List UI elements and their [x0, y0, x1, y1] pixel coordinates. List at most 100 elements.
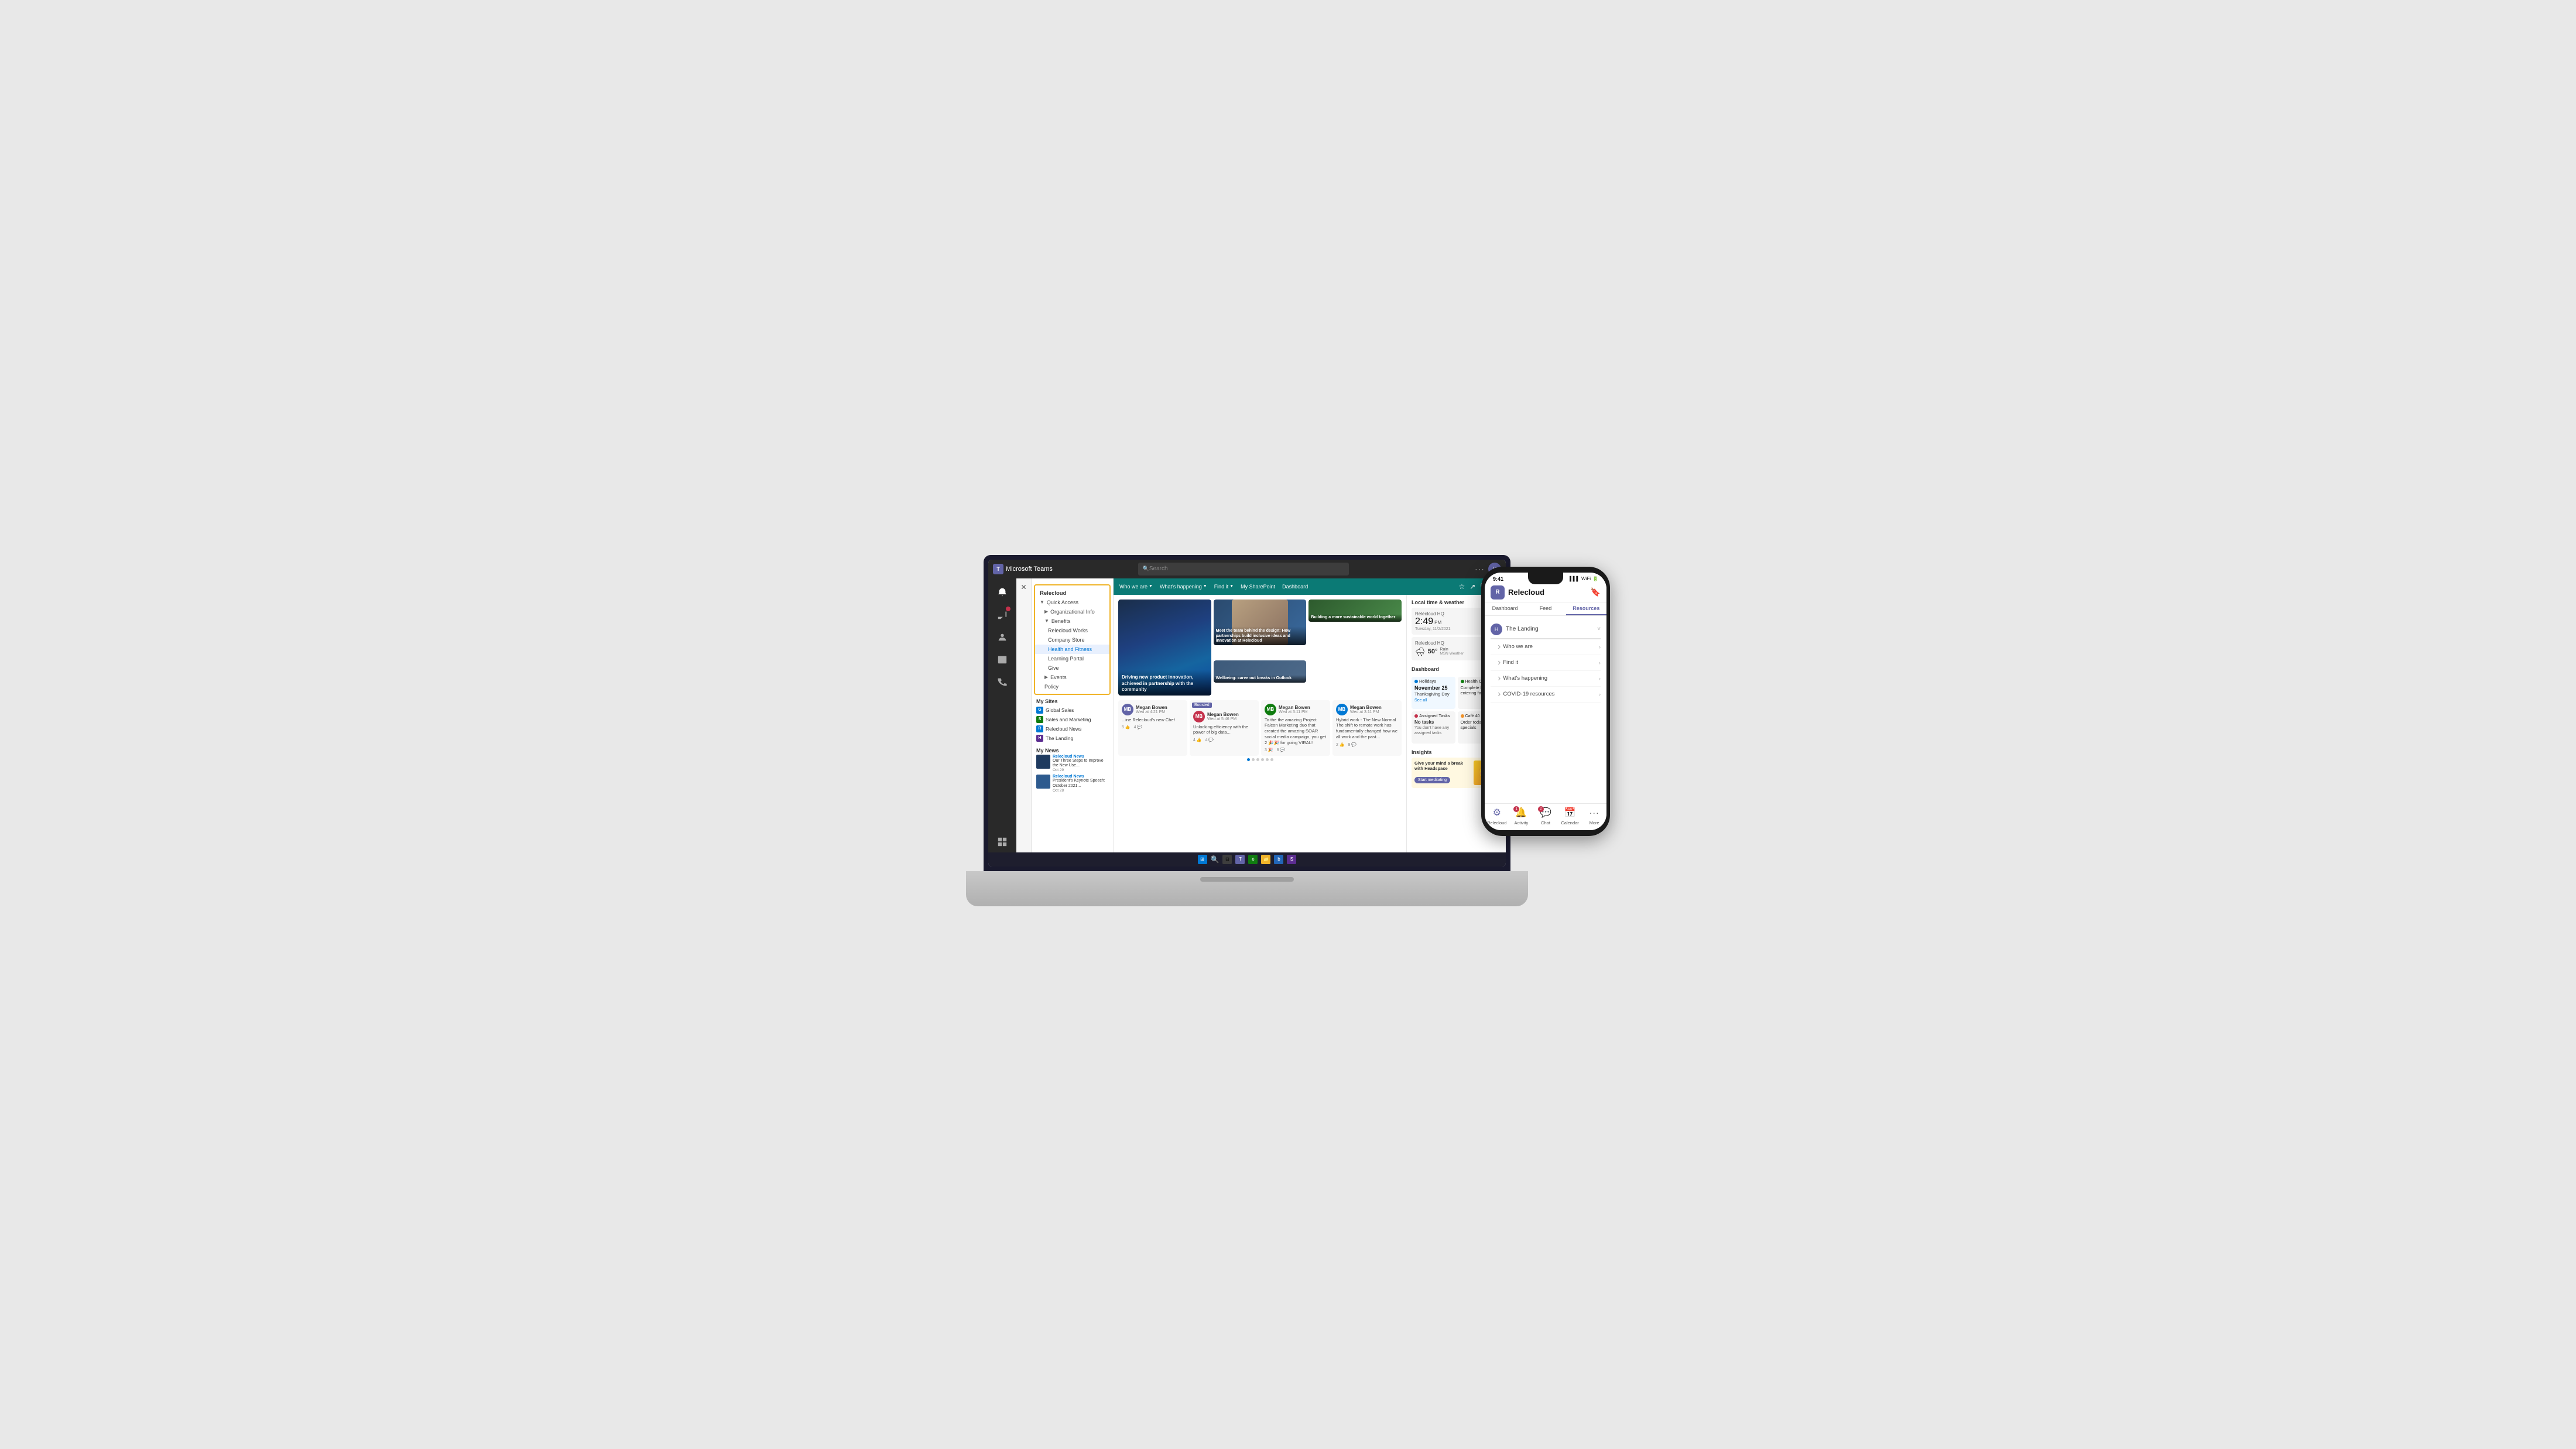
sidebar-health-fitness[interactable]: Health and Fitness	[1035, 645, 1109, 654]
phone-status-icons: ▌▌▌ WiFi 🔋	[1570, 576, 1598, 581]
nav-who-we-are[interactable]: Who we are ▼	[1119, 584, 1153, 590]
taskbar-sp-icon[interactable]: S	[1287, 855, 1296, 864]
taskbar-folder-icon[interactable]: 📁	[1261, 855, 1270, 864]
more-bottom-label: More	[1590, 820, 1599, 825]
windows-start-button[interactable]: ⊞	[1198, 855, 1207, 864]
dot-4[interactable]	[1261, 758, 1264, 761]
site-global-sales[interactable]: G Global Sales	[1036, 705, 1108, 715]
taskbar-teams-icon[interactable]: T	[1235, 855, 1245, 864]
chevron-icon: ›	[1599, 644, 1601, 650]
nav-dashboard[interactable]: Dashboard	[1282, 584, 1308, 590]
taskbar-edge-icon[interactable]: e	[1248, 855, 1258, 864]
nav-find-it[interactable]: Find it ▼	[1214, 584, 1234, 590]
phone-app-icon: R	[1491, 585, 1505, 600]
phone-app-header: R Relecloud 🔖	[1485, 583, 1606, 602]
tab-feed-label: Feed	[1540, 605, 1552, 611]
share-icon[interactable]: ↗	[1469, 583, 1475, 591]
tab-resources[interactable]: Resources	[1566, 602, 1606, 615]
global-sales-icon: G	[1036, 707, 1043, 714]
close-panel: ✕	[1016, 578, 1032, 852]
main-card-headline: Driving new product innovation, achieved…	[1122, 674, 1208, 693]
search-input[interactable]: 🔍 Search	[1138, 563, 1349, 576]
sidebar-benefits[interactable]: ▼ Benefits	[1035, 616, 1109, 626]
chat-badge: 2	[1538, 806, 1544, 812]
teams-search-bar[interactable]: 🔍 Search	[1138, 563, 1349, 576]
star-icon[interactable]: ☆	[1458, 583, 1465, 591]
phone-nav-more[interactable]: ··· More	[1582, 806, 1606, 825]
dash-card-holidays[interactable]: Holidays November 25 Thanksgiving Day Se…	[1412, 677, 1455, 709]
dash-card-tasks[interactable]: Assigned Tasks No tasks You don't have a…	[1412, 711, 1455, 744]
news-card-sustainable[interactable]: Building a more sustainable world togeth…	[1308, 600, 1402, 658]
rail-activity[interactable]	[992, 582, 1013, 603]
phone-sub-whats-happening[interactable]: › What's happening ›	[1491, 671, 1601, 687]
activity-card-1[interactable]: MB Megan Bowen Wed at 4:21 PM ...ine Rel…	[1118, 700, 1187, 756]
sidebar-quick-access[interactable]: ▼ Quick Access	[1035, 598, 1109, 607]
reactions-3: 3 🎉8 💬	[1265, 748, 1327, 752]
org-info-label: Organizational Info	[1050, 609, 1095, 615]
phone-nav-the-landing[interactable]: H The Landing ˅	[1491, 621, 1601, 639]
my-news-title: My News	[1036, 748, 1108, 753]
taskbar-browser-icon[interactable]: b	[1274, 855, 1283, 864]
who-we-are-sub-label: Who we are	[1503, 643, 1533, 650]
rail-apps[interactable]	[992, 831, 1013, 852]
sidebar-learning-portal[interactable]: Learning Portal	[1035, 654, 1109, 663]
phone-sub-find-it[interactable]: › Find it ›	[1491, 655, 1601, 671]
phone-nav-activity[interactable]: 1 🔔 Activity	[1509, 806, 1534, 825]
dot-2[interactable]	[1252, 758, 1255, 761]
avatar-2: MB	[1193, 711, 1205, 722]
holiday-cta[interactable]: See all	[1414, 698, 1453, 703]
news-item-1[interactable]: Relecloud News Our Three Steps to Improv…	[1036, 755, 1108, 773]
tab-dashboard[interactable]: Dashboard	[1485, 602, 1525, 615]
nav-whats-happening[interactable]: What's happening ▼	[1160, 584, 1207, 590]
tab-feed[interactable]: Feed	[1525, 602, 1566, 615]
news-card-team[interactable]: Meet the team behind the design: How par…	[1214, 600, 1307, 658]
site-the-landing[interactable]: H The Landing	[1036, 734, 1108, 743]
site-relecloud-news[interactable]: R Relecloud News	[1036, 724, 1108, 734]
dot-1[interactable]	[1247, 758, 1250, 761]
nav-my-sharepoint[interactable]: My SharePoint	[1241, 584, 1275, 590]
phone-sub-covid[interactable]: › COVID-19 resources ›	[1491, 687, 1601, 703]
bookmark-icon[interactable]: 🔖	[1591, 587, 1601, 597]
news-card-main[interactable]: Driving new product innovation, achieved…	[1118, 600, 1211, 696]
wifi-icon: WiFi	[1581, 576, 1591, 581]
close-button[interactable]: ✕	[1020, 583, 1026, 591]
sidebar-org-info[interactable]: ▶ Organizational Info	[1035, 607, 1109, 616]
teams-app-title: Microsoft Teams	[1006, 566, 1053, 573]
sidebar-app-title: Relecloud	[1035, 588, 1109, 598]
phone-time: 9:41	[1493, 576, 1503, 582]
phone-body: 9:41 ▌▌▌ WiFi 🔋 R Relecloud 🔖 D	[1481, 567, 1610, 836]
author-4: Megan Bowen	[1350, 705, 1382, 710]
sidebar-company-store[interactable]: Company Store	[1035, 635, 1109, 645]
covid-sub-icon: ›	[1498, 689, 1501, 700]
the-landing-nav-label: The Landing	[1506, 626, 1539, 632]
sidebar-policy[interactable]: Policy	[1035, 682, 1109, 691]
taskbar-apps-icon[interactable]: ⊟	[1222, 855, 1232, 864]
phone-nav-relecloud[interactable]: ⚙ Relecloud	[1485, 806, 1509, 825]
relecloud-news-label: Relecloud News	[1046, 726, 1081, 732]
sidebar-give[interactable]: Give	[1035, 663, 1109, 673]
taskbar-search-icon[interactable]: 🔍	[1211, 855, 1220, 864]
dot-3[interactable]	[1256, 758, 1259, 761]
sidebar-relecloud-works[interactable]: Relecloud Works	[1035, 626, 1109, 635]
phone-nav-chat[interactable]: 2 💬 Chat	[1533, 806, 1558, 825]
global-sales-label: Global Sales	[1046, 707, 1074, 713]
activity-bottom-label: Activity	[1515, 820, 1529, 825]
rail-teams[interactable]	[992, 626, 1013, 648]
activity-card-3[interactable]: MB Megan Bowen Wed at 3:11 PM To the the…	[1261, 700, 1330, 756]
site-sales-marketing[interactable]: S Sales and Marketing	[1036, 715, 1108, 724]
phone-sub-who-we-are[interactable]: › Who we are ›	[1491, 639, 1601, 655]
dot-6[interactable]	[1270, 758, 1273, 761]
activity-card-2[interactable]: Boosted MB Megan Bowen Wed at 5:46 PM	[1190, 700, 1259, 756]
news-card-wellbeing[interactable]: Wellbeing: carve out breaks in Outlook	[1214, 660, 1307, 696]
dot-5[interactable]	[1266, 758, 1269, 761]
activity-card-4[interactable]: MB Megan Bowen Wed at 3:11 PM Hybrid wor…	[1332, 700, 1402, 756]
weather-temp: 50°	[1428, 648, 1438, 655]
rail-calendar[interactable]	[992, 649, 1013, 670]
phone-nav-calendar[interactable]: 📅 Calendar	[1558, 806, 1582, 825]
laptop: T Microsoft Teams 🔍 Search ··· U	[966, 543, 1528, 906]
rail-calls[interactable]	[992, 671, 1013, 692]
rail-chat[interactable]	[992, 604, 1013, 625]
sidebar-events[interactable]: ▶ Events	[1035, 673, 1109, 682]
insights-cta-button[interactable]: Start meditating	[1414, 777, 1450, 783]
news-item-2[interactable]: Relecloud News President's Keynote Speec…	[1036, 775, 1108, 793]
